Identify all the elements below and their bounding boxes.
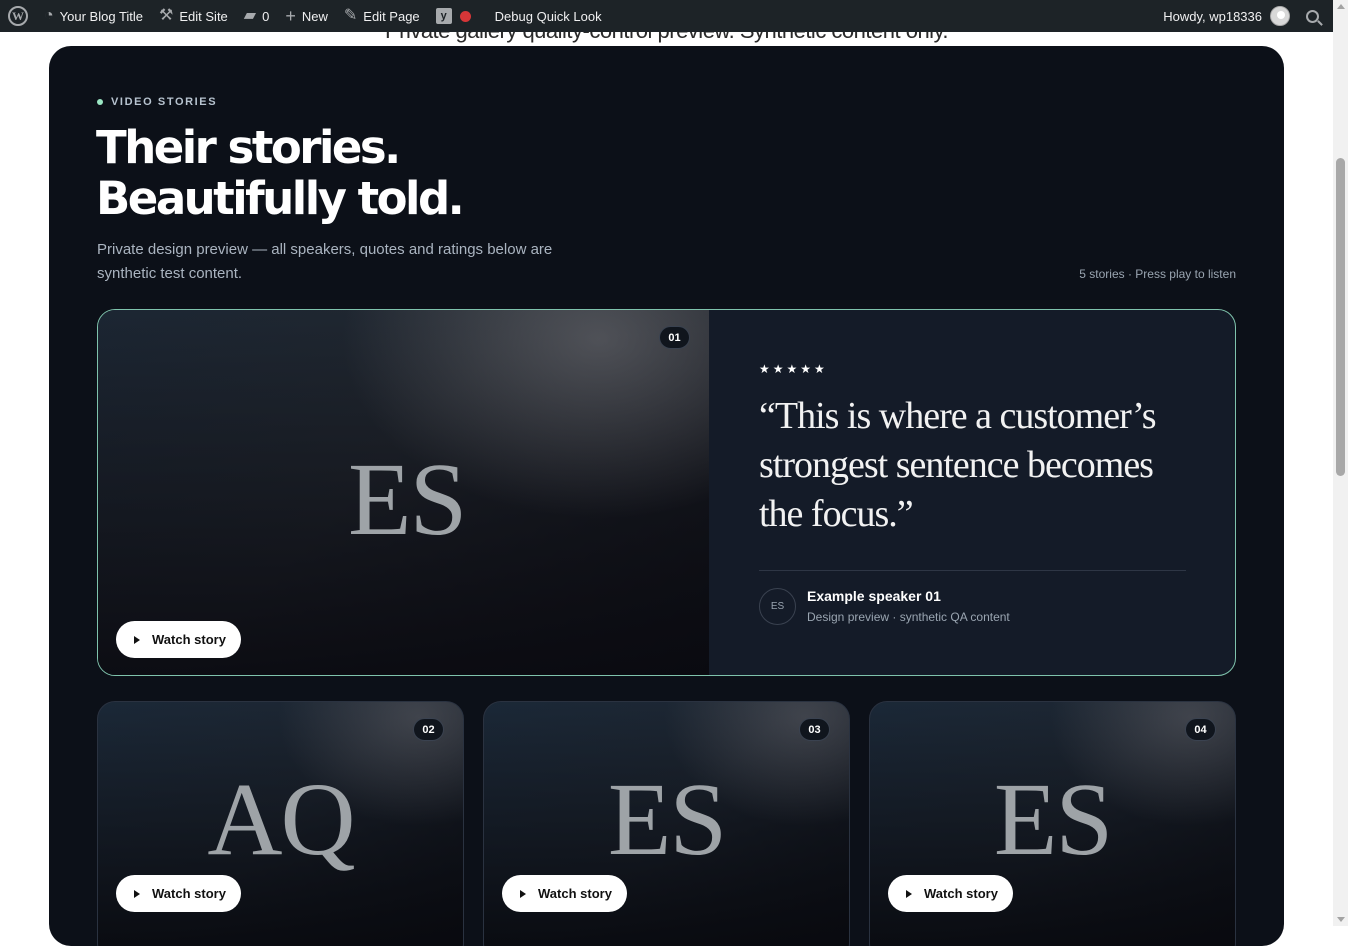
- story-number-badge: 04: [1185, 718, 1216, 741]
- section-headline: Their stories. Beautifully told.: [96, 121, 465, 225]
- featured-story-card: ES 01 Watch story ★★★★★ “This is where a…: [97, 309, 1236, 676]
- star-rating: ★★★★★: [759, 362, 828, 376]
- section-subtext: Private design preview — all speakers, q…: [97, 241, 553, 282]
- debug-quick-look-link[interactable]: Debug Quick Look: [487, 0, 610, 32]
- howdy-label: Howdy, wp18336: [1163, 8, 1262, 24]
- comments-link[interactable]: ▰ 0: [236, 0, 278, 32]
- section-eyebrow: VIDEO STORIES: [97, 96, 217, 108]
- story-card-03[interactable]: ES 03 Watch story: [483, 701, 850, 946]
- eyebrow-label: VIDEO STORIES: [111, 96, 218, 108]
- page-scrollbar[interactable]: [1333, 0, 1348, 926]
- edit-site-label: Edit Site: [179, 8, 228, 24]
- play-icon: [134, 635, 140, 644]
- stories-count: 5 stories · Press play to listen: [1079, 267, 1236, 281]
- user-avatar: [1270, 6, 1290, 26]
- watch-story-button[interactable]: Watch story: [888, 875, 1013, 912]
- watch-story-button[interactable]: Watch story: [502, 875, 627, 912]
- hammer-icon: ⚒: [159, 7, 174, 24]
- scrollbar-thumb[interactable]: [1336, 158, 1345, 476]
- story-card-02[interactable]: AQ 02 Watch story: [97, 701, 464, 946]
- featured-video-thumbnail[interactable]: ES 01 Watch story: [98, 310, 709, 675]
- seo-status-dot-icon: [459, 10, 471, 22]
- play-icon: [906, 889, 912, 898]
- headline-line-1: Their stories.: [96, 121, 401, 174]
- watch-story-label: Watch story: [924, 886, 998, 901]
- new-content-link[interactable]: + New: [277, 0, 336, 32]
- play-icon: [134, 889, 140, 898]
- dashboard-icon: ◔: [44, 7, 54, 24]
- card-initials: ES: [607, 762, 727, 877]
- card-initials: ES: [993, 762, 1113, 877]
- story-number-badge: 02: [413, 718, 444, 741]
- site-name-link[interactable]: ◔ Your Blog Title: [36, 0, 151, 32]
- testimonial-quote: “This is where a customer’s strongest se…: [759, 395, 1157, 535]
- scroll-down-arrow-icon[interactable]: [1337, 917, 1345, 922]
- divider: [759, 570, 1186, 571]
- watch-story-label: Watch story: [152, 632, 226, 647]
- watch-story-button[interactable]: Watch story: [116, 875, 241, 912]
- admin-bar: W ◔ Your Blog Title ⚒ Edit Site ▰ 0 + Ne…: [0, 0, 1333, 32]
- comment-icon: ▰: [243, 7, 257, 24]
- speaker-role: Design preview · synthetic QA content: [807, 610, 1010, 624]
- headline-line-2: Beautifully told.: [96, 172, 465, 225]
- search-button[interactable]: [1298, 0, 1333, 32]
- yoast-seo-menu[interactable]: y: [428, 0, 487, 32]
- eyebrow-dot-icon: [97, 99, 103, 105]
- watch-story-label: Watch story: [538, 886, 612, 901]
- comments-count: 0: [262, 8, 270, 24]
- account-menu[interactable]: Howdy, wp18336: [1155, 0, 1298, 32]
- story-card-04[interactable]: ES 04 Watch story: [869, 701, 1236, 946]
- search-icon: [1306, 9, 1319, 23]
- wordpress-logo-button[interactable]: W: [0, 0, 36, 32]
- edit-page-label: Edit Page: [363, 8, 420, 24]
- video-stories-section: VIDEO STORIES Their stories. Beautifully…: [49, 46, 1284, 946]
- card-initials: AQ: [207, 762, 355, 877]
- plus-icon: +: [285, 6, 296, 26]
- story-number-badge: 03: [799, 718, 830, 741]
- watch-story-button[interactable]: Watch story: [116, 621, 241, 658]
- story-number-badge: 01: [659, 326, 690, 349]
- site-title: Your Blog Title: [59, 8, 144, 24]
- featured-initials: ES: [348, 442, 467, 557]
- edit-site-link[interactable]: ⚒ Edit Site: [151, 0, 236, 32]
- yoast-icon: y: [435, 8, 452, 24]
- scroll-up-arrow-icon[interactable]: [1337, 4, 1345, 9]
- featured-testimonial: ★★★★★ “This is where a customer’s strong…: [709, 310, 1235, 675]
- edit-page-link[interactable]: ✎ Edit Page: [336, 0, 428, 32]
- speaker-avatar: ES: [759, 588, 796, 625]
- speaker-name: Example speaker 01: [807, 588, 941, 604]
- new-label: New: [301, 8, 328, 24]
- wordpress-icon: W: [8, 6, 28, 26]
- debug-label: Debug Quick Look: [494, 8, 602, 24]
- watch-story-label: Watch story: [152, 886, 226, 901]
- pencil-icon: ✎: [343, 7, 358, 24]
- play-icon: [520, 889, 526, 898]
